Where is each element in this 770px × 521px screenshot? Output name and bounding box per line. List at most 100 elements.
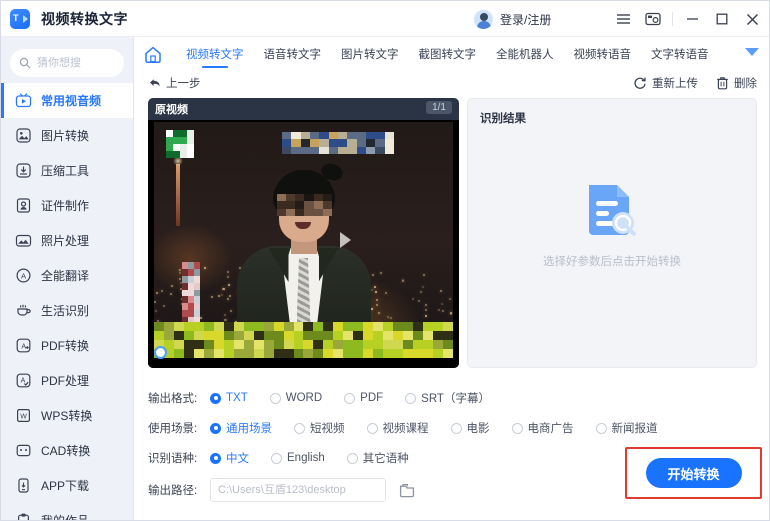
photo-edit-icon	[15, 232, 32, 249]
reupload-button[interactable]: 重新上传	[633, 75, 698, 91]
tab-image-to-text[interactable]: 图片转文字	[331, 37, 409, 70]
divider	[672, 12, 673, 26]
seek-handle[interactable]	[154, 346, 167, 359]
search-input[interactable]	[37, 57, 109, 69]
arrow-back-icon	[150, 79, 160, 87]
search-box[interactable]	[10, 49, 124, 77]
tab-video-to-text[interactable]: 视频转文字	[176, 37, 254, 70]
sidebar-item-id-photo[interactable]: 证件制作	[1, 188, 133, 223]
sidebar-item-image-convert[interactable]: 图片转换	[1, 118, 133, 153]
minimize-icon[interactable]	[677, 1, 707, 37]
option-label: 中文	[226, 453, 249, 465]
app-logo-letter: T	[13, 12, 19, 23]
sidebar-item-label: 证件制作	[41, 199, 90, 213]
id-card-icon	[15, 197, 32, 214]
sidebar-item-cad-convert[interactable]: CAD转换	[1, 433, 133, 468]
option-label: TXT	[226, 392, 248, 404]
video-preview-panel[interactable]: 原视频 1/1	[148, 98, 459, 368]
tab-label: 文字转语音	[651, 48, 709, 61]
app-logo-icon: T	[10, 8, 30, 29]
radio-dot	[269, 392, 281, 404]
sidebar-item-my-works[interactable]: 我的作品	[1, 503, 133, 520]
result-panel: 识别结果 选择好参数后点击开始转换	[467, 98, 757, 368]
chevron-down-icon[interactable]	[745, 48, 759, 56]
delete-button[interactable]: 删除	[716, 75, 757, 91]
format-option-word[interactable]: WORD	[269, 392, 322, 404]
result-empty-state: 选择好参数后点击开始转换	[468, 179, 756, 269]
sidebar-nav: 常用视音频 图片转换 压缩工具 证件制作 照片处理 A 全能翻译 生活识别 A …	[1, 83, 133, 520]
sidebar-item-translate[interactable]: A 全能翻译	[1, 258, 133, 293]
trash-icon	[717, 77, 728, 90]
wps-icon: W	[15, 407, 32, 424]
scene-option-movie[interactable]: 电影	[450, 420, 490, 436]
screenshot-icon[interactable]	[638, 1, 668, 37]
panels-area: 原视频 1/1 识别结果 选择好参数后点击开始转换	[134, 98, 769, 374]
mosaic-top-banner	[282, 132, 394, 154]
result-empty-text: 选择好参数后点击开始转换	[543, 256, 681, 268]
sidebar-item-app-download[interactable]: APP下载	[1, 468, 133, 503]
image-convert-icon	[15, 127, 32, 144]
tab-label: 视频转语音	[573, 48, 632, 61]
radio-dot	[405, 392, 417, 404]
option-label: PDF	[360, 392, 384, 404]
pdf-edit-icon: A	[15, 372, 32, 389]
tab-label: 图片转文字	[341, 48, 399, 61]
play-icon[interactable]	[339, 232, 351, 248]
language-option-other[interactable]: 其它语种	[346, 450, 409, 466]
option-label: 电商广告	[527, 423, 574, 435]
account-button[interactable]: 登录/注册	[474, 10, 551, 29]
radio-dot	[346, 452, 358, 464]
home-icon[interactable]	[142, 43, 164, 65]
sidebar-item-label: 全能翻译	[41, 269, 90, 283]
action-bar-right: 重新上传 删除	[633, 70, 757, 96]
sidebar-item-photo-edit[interactable]: 照片处理	[1, 223, 133, 258]
scene-option-course[interactable]: 视频课程	[366, 420, 429, 436]
hamburger-menu-icon[interactable]	[608, 1, 638, 37]
scene-option-short-video[interactable]: 短视频	[294, 420, 345, 436]
tab-screenshot-to-text[interactable]: 截图转文字	[409, 37, 487, 70]
output-path-label: 输出路径:	[148, 485, 198, 497]
option-label: 短视频	[310, 423, 345, 435]
sidebar-item-pdf-convert[interactable]: A PDF转换	[1, 328, 133, 363]
back-label: 上一步	[166, 78, 201, 90]
scene-option-news[interactable]: 新闻报道	[595, 420, 658, 436]
tab-text-to-speech[interactable]: 文字转语音	[641, 37, 719, 70]
back-button[interactable]: 上一步	[148, 75, 201, 91]
folder-icon[interactable]	[399, 482, 416, 498]
output-path-input[interactable]	[210, 478, 386, 502]
sidebar-item-pdf-edit[interactable]: A PDF处理	[1, 363, 133, 398]
reupload-label: 重新上传	[652, 78, 698, 90]
video-camera-icon	[23, 14, 28, 23]
tab-label: 语音转文字	[263, 48, 322, 61]
language-option-chinese[interactable]: 中文	[210, 450, 249, 466]
login-register-label: 登录/注册	[500, 13, 552, 27]
scene-option-ecommerce-ad[interactable]: 电商广告	[511, 420, 574, 436]
sidebar-item-wps-convert[interactable]: W WPS转换	[1, 398, 133, 433]
scene-option-general[interactable]: 通用场景	[210, 420, 272, 436]
language-option-english[interactable]: English	[271, 452, 325, 464]
format-label: 输出格式:	[148, 393, 198, 405]
sidebar-item-label: 压缩工具	[41, 164, 90, 178]
format-option-srt[interactable]: SRT（字幕）	[405, 390, 490, 406]
window-controls	[608, 1, 767, 37]
video-stage[interactable]	[148, 120, 459, 368]
tab-audio-to-text[interactable]: 语音转文字	[254, 37, 332, 70]
maximize-icon[interactable]	[707, 1, 737, 37]
option-label: 通用场景	[226, 423, 272, 435]
format-option-pdf[interactable]: PDF	[344, 392, 383, 404]
tower-light	[173, 156, 183, 226]
start-conversion-button[interactable]: 开始转换	[645, 458, 742, 488]
language-label: 识别语种:	[148, 453, 198, 465]
format-option-txt[interactable]: TXT	[210, 392, 248, 404]
page-counter: 1/1	[426, 101, 452, 114]
option-label: SRT（字幕）	[421, 393, 490, 405]
sidebar-item-compress[interactable]: 压缩工具	[1, 153, 133, 188]
sidebar-item-life-scan[interactable]: 生活识别	[1, 293, 133, 328]
close-icon[interactable]	[737, 1, 767, 37]
life-scan-icon	[15, 302, 32, 319]
scene-label: 使用场景:	[148, 423, 198, 435]
start-conversion-highlight: 开始转换	[625, 447, 762, 499]
sidebar-item-common-av[interactable]: 常用视音频	[1, 83, 133, 118]
tab-omni-robot[interactable]: 全能机器人	[486, 37, 564, 70]
tab-video-to-audio[interactable]: 视频转语音	[564, 37, 642, 70]
